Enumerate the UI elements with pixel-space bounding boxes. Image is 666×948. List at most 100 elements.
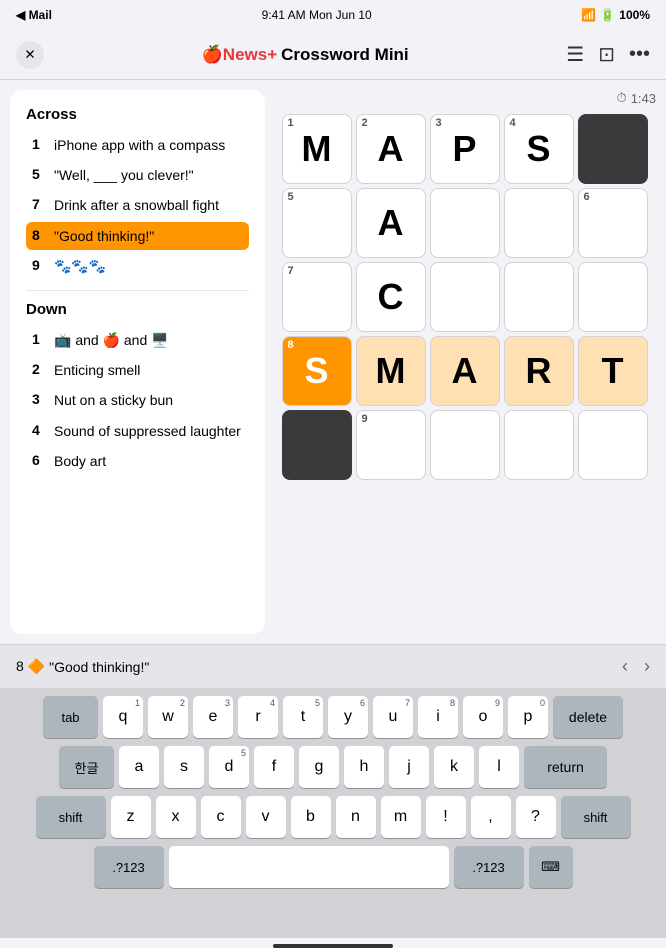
clue-text: Enticing smell — [54, 361, 140, 379]
cell-r4c3[interactable]: A — [430, 336, 500, 406]
down-clue-6[interactable]: 6Body art — [26, 447, 249, 475]
exclaim-key[interactable]: ! — [426, 796, 466, 838]
x-key[interactable]: x — [156, 796, 196, 838]
cell-r1c3[interactable]: 3P — [430, 114, 500, 184]
keyboard-icon-key[interactable]: ⌨ — [529, 846, 573, 888]
p-key[interactable]: 0p — [508, 696, 548, 738]
clue-num: 6 — [32, 452, 48, 468]
across-clue-5[interactable]: 5"Well, ___ you clever!" — [26, 161, 249, 189]
w-key[interactable]: 2w — [148, 696, 188, 738]
h-key[interactable]: h — [344, 746, 384, 788]
cell-r5c5[interactable] — [578, 410, 648, 480]
clue-num: 4 — [32, 422, 48, 438]
keyboard-row-2: 한글 a s 5d f g h j k l return — [4, 746, 662, 788]
clue-text: Nut on a sticky bun — [54, 391, 173, 409]
cell-r5c3[interactable] — [430, 410, 500, 480]
m-key[interactable]: m — [381, 796, 421, 838]
cell-r2c2[interactable]: A — [356, 188, 426, 258]
comma-key[interactable]: , — [471, 796, 511, 838]
num-key-left[interactable]: .?123 — [94, 846, 164, 888]
delete-key[interactable]: delete — [553, 696, 623, 738]
z-key[interactable]: z — [111, 796, 151, 838]
cell-r5c4[interactable] — [504, 410, 574, 480]
c-key[interactable]: c — [201, 796, 241, 838]
q-key[interactable]: 1q — [103, 696, 143, 738]
d-key[interactable]: 5d — [209, 746, 249, 788]
i-key[interactable]: 8i — [418, 696, 458, 738]
across-clue-7[interactable]: 7Drink after a snowball fight — [26, 191, 249, 219]
cell-r4c4[interactable]: R — [504, 336, 574, 406]
a-key[interactable]: a — [119, 746, 159, 788]
cell-number: 1 — [288, 118, 294, 129]
cell-r2c3[interactable] — [430, 188, 500, 258]
space-key[interactable] — [169, 846, 449, 888]
across-clue-9[interactable]: 9🐾🐾🐾 — [26, 252, 249, 280]
j-key[interactable]: j — [389, 746, 429, 788]
down-clue-4[interactable]: 4Sound of suppressed laughter — [26, 417, 249, 445]
r-key[interactable]: 4r — [238, 696, 278, 738]
k-key[interactable]: k — [434, 746, 474, 788]
t-key[interactable]: 5t — [283, 696, 323, 738]
clue-num: 1 — [32, 331, 48, 347]
cell-r3c4[interactable] — [504, 262, 574, 332]
battery-icon: 🔋 — [600, 8, 615, 22]
cell-letter: S — [304, 350, 328, 392]
y-key[interactable]: 6y — [328, 696, 368, 738]
clues-panel: Across 1iPhone app with a compass5"Well,… — [10, 90, 265, 634]
cell-r4c2[interactable]: M — [356, 336, 426, 406]
across-clue-1[interactable]: 1iPhone app with a compass — [26, 131, 249, 159]
cell-letter: T — [602, 350, 624, 392]
list-icon[interactable]: ☰ — [566, 42, 584, 67]
cell-r3c3[interactable] — [430, 262, 500, 332]
cell-r3c5[interactable] — [578, 262, 648, 332]
cell-r1c4[interactable]: 4S — [504, 114, 574, 184]
down-clue-3[interactable]: 3Nut on a sticky bun — [26, 386, 249, 414]
hangul-key[interactable]: 한글 — [59, 746, 114, 788]
tab-key[interactable]: tab — [43, 696, 98, 738]
cell-r3c2[interactable]: C — [356, 262, 426, 332]
cell-r2c5[interactable]: 6 — [578, 188, 648, 258]
v-key[interactable]: v — [246, 796, 286, 838]
wifi-icon: 📶 — [581, 8, 596, 22]
cell-r4c5[interactable]: T — [578, 336, 648, 406]
l-key[interactable]: l — [479, 746, 519, 788]
next-clue-button[interactable]: › — [644, 656, 650, 677]
o-key[interactable]: 9o — [463, 696, 503, 738]
cell-r2c4[interactable] — [504, 188, 574, 258]
nav-bar: ✕ 🍎News+ Crossword Mini ☰ ⊡ ••• — [0, 30, 666, 80]
down-clue-1[interactable]: 1📺 and 🍎 and 🖥️ — [26, 326, 249, 354]
crossword-grid: 1M2A3P4S5A67C8SMART9 — [282, 114, 648, 480]
cell-r1c1[interactable]: 1M — [282, 114, 352, 184]
question-key[interactable]: ? — [516, 796, 556, 838]
clue-bar-clue: "Good thinking!" — [49, 659, 149, 675]
keyboard: tab 1q 2w 3e 4r 5t 6y 7u 8i 9o 0p delete… — [0, 688, 666, 938]
f-key[interactable]: f — [254, 746, 294, 788]
clue-text: "Good thinking!" — [54, 227, 154, 245]
b-key[interactable]: b — [291, 796, 331, 838]
down-clue-2[interactable]: 2Enticing smell — [26, 356, 249, 384]
apple-news-plus-label: 🍎News+ — [202, 45, 278, 65]
g-key[interactable]: g — [299, 746, 339, 788]
return-key[interactable]: return — [524, 746, 607, 788]
cell-r3c1[interactable]: 7 — [282, 262, 352, 332]
u-key[interactable]: 7u — [373, 696, 413, 738]
cell-letter: A — [378, 128, 404, 170]
grid-area: ⏱ 1:43 1M2A3P4S5A67C8SMART9 — [273, 80, 666, 644]
across-clue-8[interactable]: 8"Good thinking!" — [26, 222, 249, 250]
cell-number: 8 — [288, 340, 294, 351]
s-key[interactable]: s — [164, 746, 204, 788]
e-key[interactable]: 3e — [193, 696, 233, 738]
cell-r2c1[interactable]: 5 — [282, 188, 352, 258]
n-key[interactable]: n — [336, 796, 376, 838]
cell-r5c2[interactable]: 9 — [356, 410, 426, 480]
cell-r4c1[interactable]: 8S — [282, 336, 352, 406]
num-key-right[interactable]: .?123 — [454, 846, 524, 888]
display-icon[interactable]: ⊡ — [598, 42, 615, 67]
prev-clue-button[interactable]: ‹ — [622, 656, 628, 677]
shift-key-right[interactable]: shift — [561, 796, 631, 838]
close-button[interactable]: ✕ — [16, 41, 44, 69]
shift-key-left[interactable]: shift — [36, 796, 106, 838]
home-indicator — [273, 944, 393, 948]
more-icon[interactable]: ••• — [629, 43, 650, 66]
cell-r1c2[interactable]: 2A — [356, 114, 426, 184]
